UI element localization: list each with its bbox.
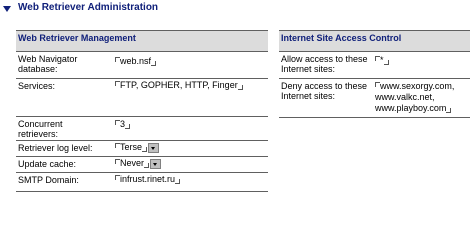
retriever-log-level-select[interactable]: Terse [115,142,160,153]
concurrent-retrievers-field[interactable]: 3 [115,119,131,130]
panel-heading: Web Retriever Management [16,30,268,51]
row-deny-access: Deny access to these Internet sites: www… [279,78,470,118]
row-smtp-domain: SMTP Domain: infrust.rinet.ru [16,172,268,192]
row-retriever-log-level: Retriever log level: Terse [16,140,268,156]
row-update-cache: Update cache: Never [16,156,268,172]
field-close-bracket-icon [125,124,131,129]
internet-site-access-control-panel: Internet Site Access Control Allow acces… [279,30,470,118]
row-concurrent-retrievers: Concurrent retrievers: 3 [16,116,268,140]
dropdown-arrow-icon[interactable] [148,142,160,153]
deny-access-field[interactable]: www.sexorgy.com, www.valkc.net, www.play… [375,81,454,114]
field-close-bracket-icon [144,163,150,168]
field-label: Allow access to these Internet sites: [281,54,368,74]
smtp-domain-field[interactable]: infrust.rinet.ru [115,174,181,185]
row-services: Services: FTP, GOPHER, HTTP, Finger [16,78,268,116]
field-close-bracket-icon [175,179,181,184]
dropdown-arrow-icon[interactable] [150,158,162,169]
field-close-bracket-icon [446,108,452,113]
section-header[interactable]: Web Retriever Administration [0,0,472,18]
deny-site-line: www.playboy.com [375,103,454,114]
section-title: Web Retriever Administration [18,2,159,13]
row-web-navigator-database: Web Navigator database: web.nsf [16,51,268,78]
field-close-bracket-icon [142,147,148,152]
field-label: Web Navigator database: [18,54,78,74]
row-allow-access: Allow access to these Internet sites: * [279,51,470,78]
field-label: Retriever log level: [18,143,93,153]
field-close-bracket-icon [237,85,243,90]
web-navigator-database-field[interactable]: web.nsf [115,56,157,67]
deny-site-line: www.sexorgy.com, [375,81,454,92]
panel-heading: Internet Site Access Control [279,30,470,51]
update-cache-select[interactable]: Never [115,158,162,169]
deny-site-line: www.valkc.net, [375,92,435,102]
services-field[interactable]: FTP, GOPHER, HTTP, Finger [115,80,243,91]
allow-access-field[interactable]: * [375,55,389,66]
field-close-bracket-icon [383,60,389,65]
web-retriever-management-panel: Web Retriever Management Web Navigator d… [16,30,268,192]
field-label: Deny access to these Internet sites: [281,81,368,101]
field-label: Update cache: [18,159,77,169]
collapse-triangle-icon[interactable] [3,6,11,12]
field-close-bracket-icon [151,61,157,66]
field-label: SMTP Domain: [18,175,79,185]
field-label: Concurrent retrievers: [18,119,63,139]
field-label: Services: [18,81,56,91]
